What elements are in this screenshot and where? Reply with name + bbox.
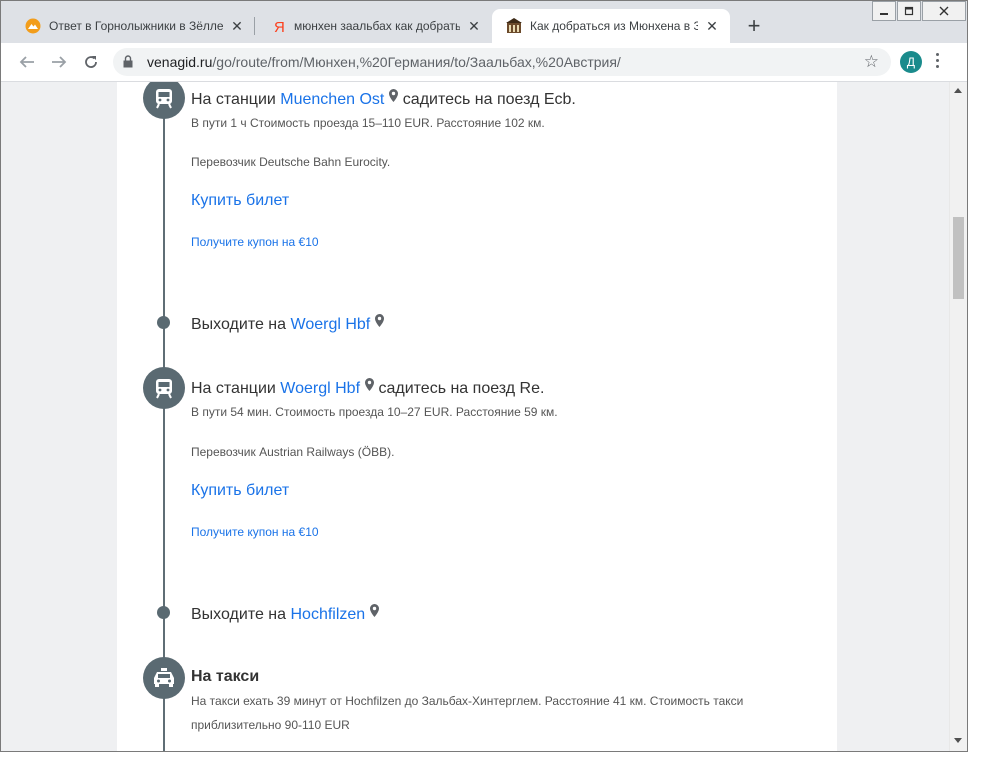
scrollbar-thumb[interactable] (953, 217, 964, 299)
close-window-button[interactable] (922, 1, 966, 21)
step1-heading: На станции Muenchen Ost садитесь на поез… (191, 89, 576, 109)
svg-text:Я: Я (274, 19, 285, 34)
tab-bar: Ответ в Горнолыжники в Зёлле/S ✕ Я мюнхе… (1, 1, 967, 43)
step1-carrier: Перевозчик Deutsche Bahn Eurocity. (191, 155, 391, 169)
tab-separator (254, 17, 255, 35)
forward-button[interactable] (47, 50, 71, 74)
exit2-heading: Выходите на Hochfilzen (191, 604, 380, 624)
train-icon (143, 367, 185, 409)
address-bar[interactable]: venagid.ru/go/route/from/Мюнхен,%20Герма… (113, 48, 891, 76)
buy-ticket-link[interactable]: Купить билет (191, 192, 289, 210)
step2-carrier: Перевозчик Austrian Railways (ÖBB). (191, 445, 395, 459)
taxi-details-line2: приблизительно 90-110 EUR (191, 718, 350, 732)
tab-title: мюнхен заальбах как добраться — (294, 19, 460, 33)
step1-suffix: садитесь на поезд Ecb. (402, 91, 576, 108)
browser-window: Ответ в Горнолыжники в Зёлле/S ✕ Я мюнхе… (0, 0, 968, 752)
taxi-icon (143, 657, 185, 699)
maximize-button[interactable] (897, 1, 921, 21)
taxi-details-line1: На такси ехать 39 минут от Hochfilzen до… (191, 694, 744, 708)
close-icon[interactable]: ✕ (704, 18, 720, 34)
url-text[interactable]: venagid.ru/go/route/from/Мюнхен,%20Герма… (147, 54, 621, 70)
buy-ticket-link[interactable]: Купить билет (191, 482, 289, 500)
station-link-hochfilzen[interactable]: Hochfilzen (291, 606, 366, 623)
timeline-stop-dot (157, 606, 170, 619)
url-host: venagid.ru (147, 54, 213, 70)
step2-details: В пути 54 мин. Стоимость проезда 10–27 E… (191, 405, 558, 419)
coupon-link[interactable]: Получите купон на €10 (191, 525, 319, 539)
step2-heading: На станции Woergl Hbf садитесь на поезд … (191, 378, 544, 398)
arrow-right-icon (52, 56, 67, 68)
exit2-prefix: Выходите на (191, 606, 287, 623)
scroll-up-arrow-icon[interactable] (954, 88, 962, 93)
url-path: /go/route/from/Мюнхен,%20Германия/to/Заа… (212, 54, 621, 70)
close-icon[interactable]: ✕ (229, 18, 245, 34)
mountain-favicon-icon (25, 18, 41, 34)
step1-prefix: На станции (191, 91, 276, 108)
minimize-button[interactable] (872, 1, 896, 21)
tab-venagid-active[interactable]: Как добраться из Мюнхена в Заал ✕ (492, 9, 730, 43)
scroll-down-arrow-icon[interactable] (954, 738, 962, 743)
page-scrollbar[interactable] (949, 82, 967, 751)
coupon-link[interactable]: Получите купон на €10 (191, 235, 319, 249)
yandex-favicon-icon: Я (270, 18, 286, 34)
exit1-heading: Выходите на Woergl Hbf (191, 314, 385, 334)
step2-suffix: садитесь на поезд Re. (378, 380, 545, 397)
map-pin-icon[interactable] (389, 89, 399, 107)
station-link-woergl-hbf[interactable]: Woergl Hbf (291, 316, 371, 333)
tab-title: Как добраться из Мюнхена в Заал (530, 19, 698, 33)
map-pin-icon[interactable] (365, 378, 375, 396)
step1-details: В пути 1 ч Стоимость проезда 15–110 EUR.… (191, 116, 545, 130)
reload-button[interactable] (79, 50, 103, 74)
back-button[interactable] (15, 50, 39, 74)
taxi-heading: На такси (191, 668, 260, 685)
tab-gornolyzhniki[interactable]: Ответ в Горнолыжники в Зёлле/S ✕ (11, 9, 255, 43)
tab-yandex-search[interactable]: Я мюнхен заальбах как добраться — ✕ (256, 9, 492, 43)
station-link-muenchen-ost[interactable]: Muenchen Ost (280, 91, 384, 108)
station-link-woergl-hbf[interactable]: Woergl Hbf (280, 380, 360, 397)
profile-avatar[interactable]: Д (900, 51, 922, 73)
reload-icon (85, 56, 97, 68)
step2-prefix: На станции (191, 380, 276, 397)
bookmark-star-icon[interactable]: ☆ (864, 53, 879, 71)
browser-toolbar: venagid.ru/go/route/from/Мюнхен,%20Герма… (1, 43, 967, 82)
timeline-stop-dot (157, 316, 170, 329)
exit1-prefix: Выходите на (191, 316, 287, 333)
close-icon[interactable]: ✕ (466, 18, 482, 34)
tab-title: Ответ в Горнолыжники в Зёлле/S (49, 19, 223, 33)
page-viewport: На станции Muenchen Ost садитесь на поез… (1, 82, 949, 751)
lock-icon (123, 55, 133, 73)
new-tab-button[interactable]: + (743, 15, 765, 37)
map-pin-icon[interactable] (370, 604, 380, 622)
menu-icon[interactable] (935, 53, 941, 71)
route-timeline (163, 82, 165, 751)
arrow-left-icon (19, 56, 34, 68)
building-favicon-icon (506, 18, 522, 34)
map-pin-icon[interactable] (375, 314, 385, 332)
